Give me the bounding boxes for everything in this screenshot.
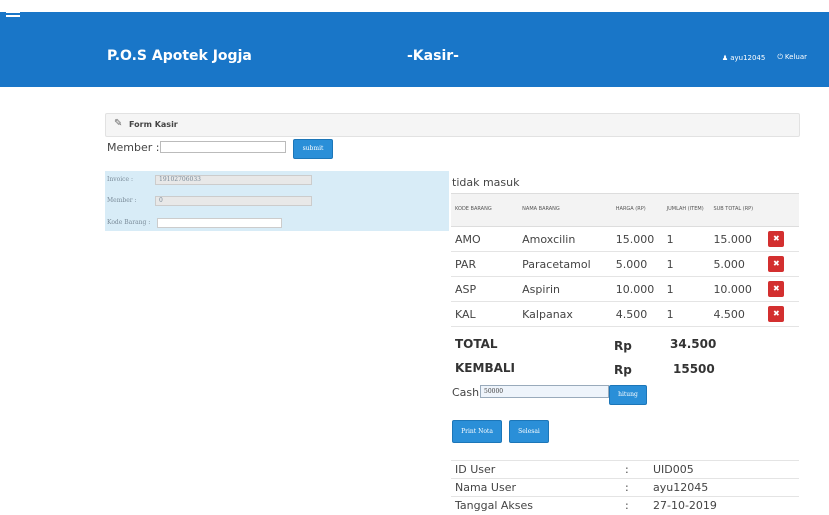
- logout-label: Keluar: [784, 53, 807, 61]
- cell-nama: Paracetamol: [518, 251, 612, 277]
- header-action: [764, 193, 799, 227]
- total-value: 34.500: [670, 337, 717, 351]
- kode-barang-label: Kode Barang :: [107, 219, 151, 226]
- invoice-box: Invoice : 19102706033 Member : 0 Kode Ba…: [105, 171, 449, 231]
- info-label: Tanggal Akses: [451, 496, 621, 514]
- header-nama: NAMA BARANG: [518, 193, 612, 227]
- user-menu: ♟ ayu12045 ⏻ Keluar: [722, 53, 807, 62]
- info-sep: :: [621, 478, 649, 497]
- info-value: 27-10-2019: [649, 496, 799, 514]
- user-icon: ♟: [721, 53, 729, 62]
- table-row: PAR Paracetamol 5.000 1 5.000 ✖: [451, 251, 799, 277]
- member-label: Member :: [107, 141, 160, 154]
- table-row: KAL Kalpanax 4.500 1 4.500 ✖: [451, 301, 799, 327]
- page-title: -Kasir-: [407, 48, 459, 64]
- invoice-label: Invoice :: [107, 176, 133, 183]
- header-subtotal: SUB TOTAL (RP): [709, 193, 765, 227]
- info-value: UID005: [649, 460, 799, 479]
- header-jumlah: JUMLAH (ITEM): [662, 193, 710, 227]
- cell-nama: Aspirin: [518, 276, 612, 302]
- power-icon: ⏻: [777, 53, 783, 61]
- info-sep: :: [621, 496, 649, 514]
- brand-title[interactable]: P.O.S Apotek Jogja: [107, 48, 252, 64]
- logout-link[interactable]: ⏻ Keluar: [777, 53, 807, 62]
- invoice-member-field: 0: [155, 196, 312, 206]
- table-row: Tanggal Akses : 27-10-2019: [451, 496, 799, 514]
- table-row: ASP Aspirin 10.000 1 10.000 ✖: [451, 276, 799, 302]
- hamburger-menu-icon[interactable]: [6, 5, 20, 19]
- cell-action: ✖: [764, 301, 799, 327]
- cash-label: Cash: [452, 386, 480, 399]
- user-info-table: ID User : UID005 Nama User : ayu12045 Ta…: [451, 460, 799, 514]
- invoice-field: 19102706033: [155, 175, 312, 185]
- cell-harga: 10.000: [611, 276, 663, 302]
- cell-nama: Amoxcilin: [518, 226, 612, 252]
- form-icon: ✎: [114, 118, 123, 129]
- hitung-button[interactable]: hitung: [609, 385, 647, 405]
- header-kode: KODE BARANG: [451, 193, 519, 227]
- cell-nama: Kalpanax: [518, 301, 612, 327]
- app-header: P.O.S Apotek Jogja -Kasir- ♟ ayu12045 ⏻ Ke…: [0, 7, 829, 87]
- cell-kode: ASP: [451, 276, 519, 302]
- cell-harga: 15.000: [611, 226, 663, 252]
- info-label: Nama User: [451, 478, 621, 497]
- print-nota-button[interactable]: Print Nota: [452, 420, 502, 443]
- total-currency: Rp: [614, 339, 632, 353]
- cell-kode: PAR: [451, 251, 519, 277]
- selesai-button[interactable]: Selesai: [509, 420, 549, 443]
- info-value: ayu12045: [649, 478, 799, 497]
- cart-header-row: KODE BARANG NAMA BARANG HARGA (RP) JUMLA…: [451, 193, 799, 227]
- delete-icon[interactable]: ✖: [768, 306, 785, 322]
- cell-kode: AMO: [451, 226, 519, 252]
- cell-subtotal: 4.500: [709, 301, 765, 327]
- kembali-label: KEMBALI: [455, 361, 515, 375]
- table-row: ID User : UID005: [451, 460, 799, 479]
- kembali-currency: Rp: [614, 363, 632, 377]
- form-panel-header: ✎ Form Kasir: [105, 113, 800, 137]
- cell-kode: KAL: [451, 301, 519, 327]
- info-label: ID User: [451, 460, 621, 479]
- cell-harga: 5.000: [611, 251, 663, 277]
- cell-subtotal: 5.000: [709, 251, 765, 277]
- invoice-member-label: Member :: [107, 197, 137, 204]
- total-label: TOTAL: [455, 337, 498, 351]
- kode-barang-input[interactable]: [157, 218, 282, 228]
- delete-icon[interactable]: ✖: [768, 281, 785, 297]
- table-row: Nama User : ayu12045: [451, 478, 799, 497]
- cell-jumlah: 1: [662, 301, 710, 327]
- cell-jumlah: 1: [662, 251, 710, 277]
- submit-button[interactable]: submit: [293, 139, 333, 159]
- delete-icon[interactable]: ✖: [768, 231, 785, 247]
- cash-input[interactable]: 50000: [480, 385, 609, 398]
- header-harga: HARGA (RP): [611, 193, 663, 227]
- cell-jumlah: 1: [662, 276, 710, 302]
- user-link[interactable]: ♟ ayu12045: [722, 54, 765, 62]
- cart-table: KODE BARANG NAMA BARANG HARGA (RP) JUMLA…: [451, 193, 799, 327]
- cell-subtotal: 15.000: [709, 226, 765, 252]
- cell-subtotal: 10.000: [709, 276, 765, 302]
- form-panel-title: Form Kasir: [129, 120, 178, 129]
- cell-action: ✖: [764, 276, 799, 302]
- delete-icon[interactable]: ✖: [768, 256, 785, 272]
- cell-jumlah: 1: [662, 226, 710, 252]
- cell-harga: 4.500: [611, 301, 663, 327]
- member-input[interactable]: [160, 141, 286, 153]
- table-row: AMO Amoxcilin 15.000 1 15.000 ✖: [451, 226, 799, 252]
- status-text: tidak masuk: [452, 176, 520, 189]
- cell-action: ✖: [764, 226, 799, 252]
- cell-action: ✖: [764, 251, 799, 277]
- kembali-value: 15500: [673, 362, 715, 376]
- user-name: ayu12045: [730, 53, 766, 62]
- info-sep: :: [621, 460, 649, 479]
